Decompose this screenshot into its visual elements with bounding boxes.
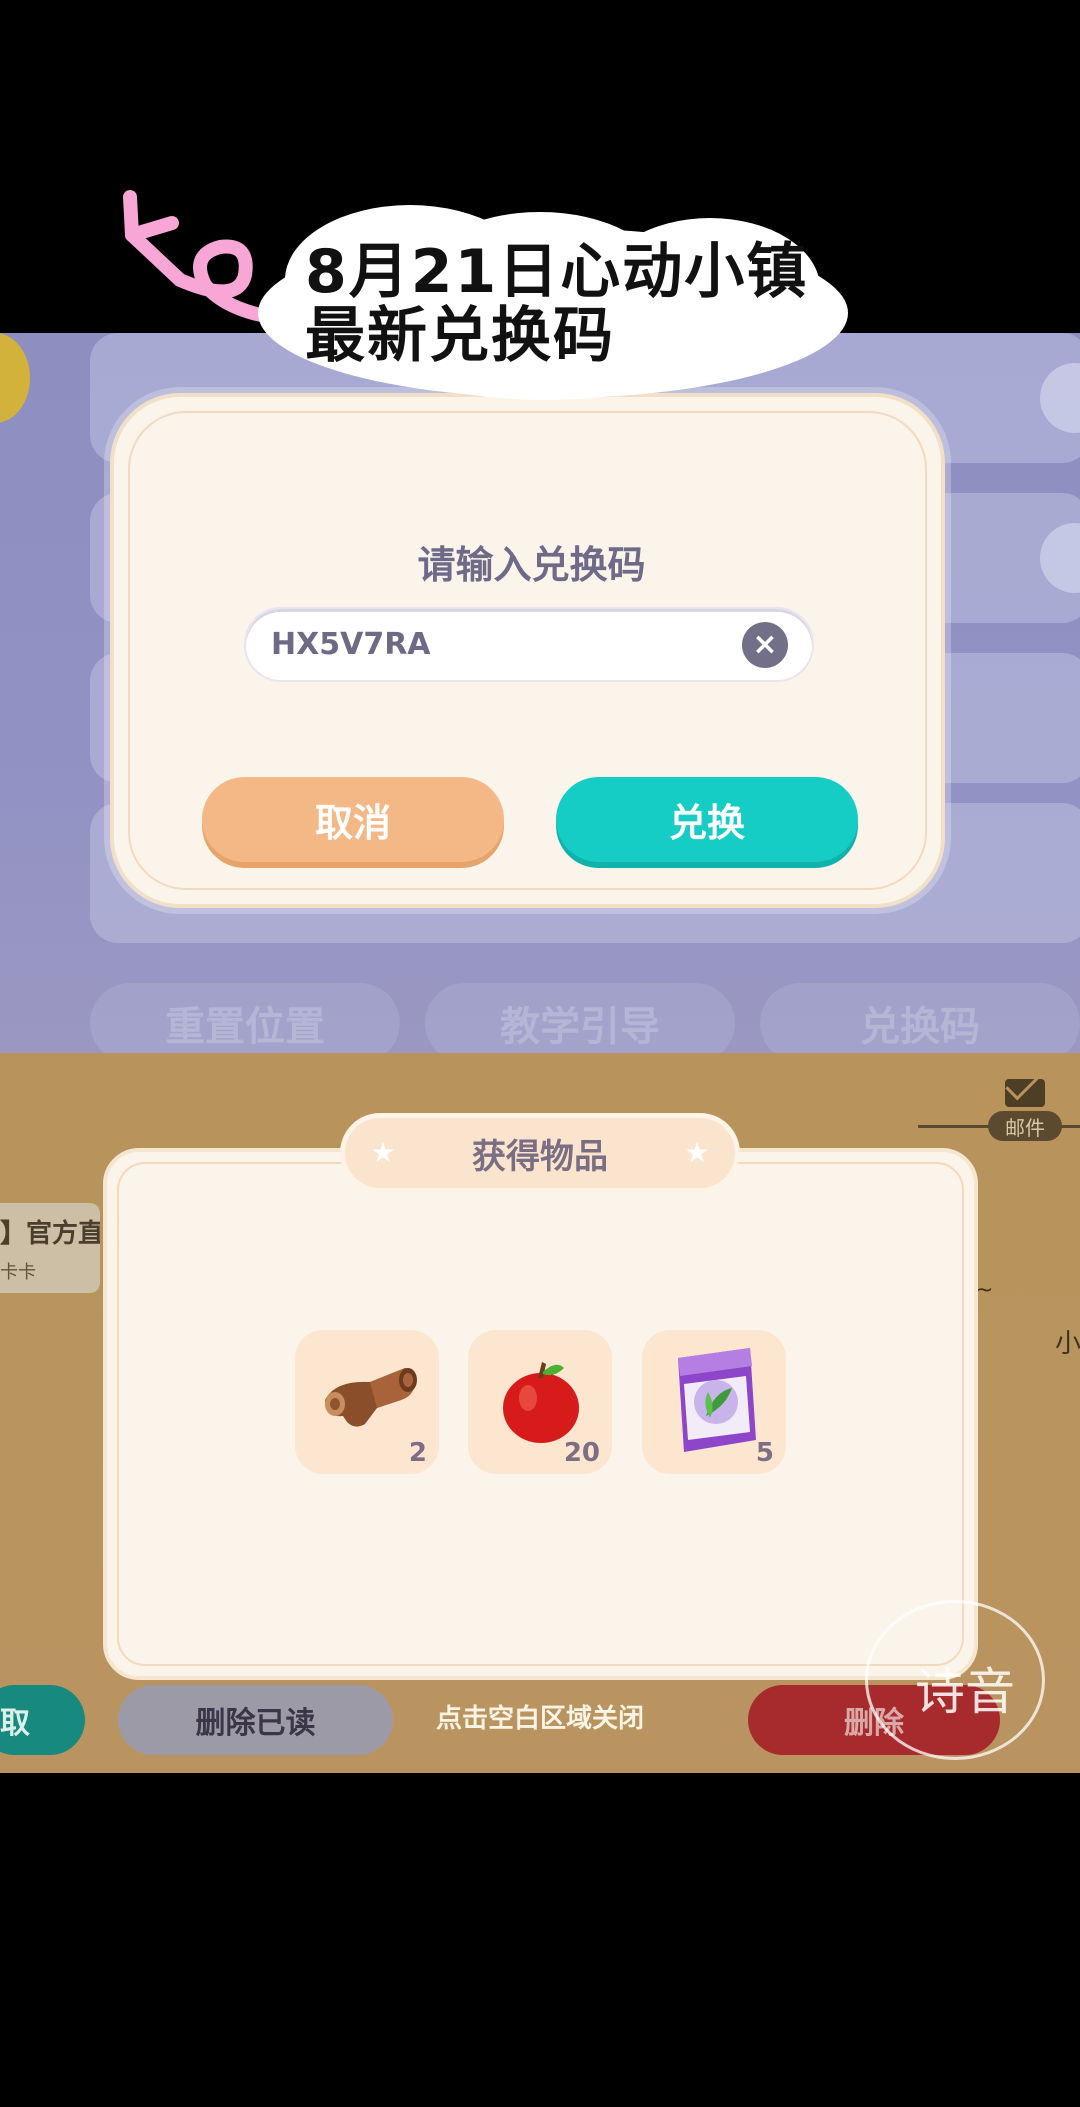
delete-read-label: 删除已读 bbox=[195, 1706, 316, 1741]
item-slot-wood[interactable]: 2 bbox=[295, 1330, 439, 1474]
items-dialog-title: 获得物品 bbox=[340, 1113, 740, 1193]
clear-icon[interactable]: × bbox=[742, 622, 788, 668]
star-icon: ★ bbox=[684, 1136, 710, 1169]
tab-reset-position[interactable]: 重置位置 bbox=[90, 983, 400, 1053]
dialog-title: 请输入兑换码 bbox=[417, 543, 646, 587]
claim-button[interactable]: 取 bbox=[0, 1685, 85, 1755]
cancel-button[interactable]: 取消 bbox=[202, 777, 504, 862]
tab-label: 重置位置 bbox=[165, 1004, 325, 1050]
item-count: 20 bbox=[563, 1438, 600, 1468]
cancel-label: 取消 bbox=[314, 801, 391, 845]
wood-log-icon bbox=[325, 1368, 417, 1427]
tab-label: 教学引导 bbox=[500, 1004, 660, 1050]
item-count: 2 bbox=[408, 1438, 427, 1468]
mail-list-item[interactable]: 】官方直 卡卡 bbox=[0, 1203, 100, 1293]
watermark-text: 诗音 bbox=[915, 1663, 1015, 1721]
item-slot-seed-pack[interactable]: 5 bbox=[642, 1330, 786, 1474]
avatar-corner bbox=[0, 333, 30, 423]
claim-button-label: 取 bbox=[0, 1706, 30, 1741]
close-hint-text[interactable]: 点击空白区域关闭 bbox=[380, 1698, 700, 1735]
seed-pack-icon bbox=[678, 1348, 756, 1452]
items-title-label: 获得物品 bbox=[472, 1136, 608, 1177]
overlay-title: 8月21日心动小镇 最新兑换码 bbox=[305, 240, 825, 368]
mail-item-sender: 卡卡 bbox=[0, 1262, 36, 1283]
redeem-code-dialog: 请输入兑换码 HX5V7RA × 取消 兑换 bbox=[110, 393, 945, 908]
tab-redeem-code[interactable]: 兑换码 bbox=[760, 983, 1080, 1053]
star-icon: ★ bbox=[370, 1136, 396, 1169]
redeem-button[interactable]: 兑换 bbox=[556, 777, 858, 862]
mail-item-title: 】官方直 bbox=[0, 1219, 100, 1249]
overlay-title-line1: 8月21日心动小镇 bbox=[305, 237, 809, 307]
mail-text-fragment: 小 bbox=[1055, 1329, 1080, 1359]
redeem-label: 兑换 bbox=[668, 801, 745, 845]
overlay-title-line2: 最新兑换码 bbox=[305, 301, 615, 371]
tab-label: 兑换码 bbox=[860, 1004, 980, 1050]
redeem-code-value: HX5V7RA bbox=[271, 627, 431, 662]
item-slot-apple[interactable]: 20 bbox=[468, 1330, 612, 1474]
mail-tab-label: 邮件 bbox=[988, 1111, 1062, 1141]
redeem-code-input[interactable]: HX5V7RA bbox=[244, 607, 814, 682]
delete-read-button[interactable]: 删除已读 bbox=[118, 1685, 393, 1755]
red-apple-icon bbox=[503, 1362, 579, 1443]
item-count: 5 bbox=[755, 1438, 774, 1468]
tab-tutorial[interactable]: 教学引导 bbox=[425, 983, 735, 1053]
